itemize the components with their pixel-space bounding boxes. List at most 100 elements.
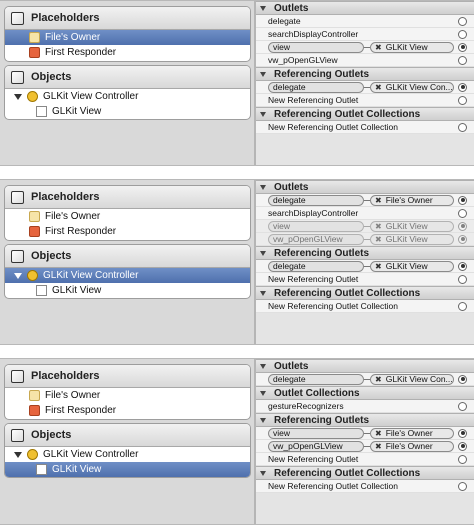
connection-target: ✖ GLKit View	[370, 260, 454, 272]
new-referencing-outlet-collection-row[interactable]: New Referencing Outlet Collection	[256, 480, 474, 493]
outline-item-files-owner[interactable]: File's Owner	[5, 209, 250, 224]
outlet-row-delegate[interactable]: delegate ✖ File's Owner	[256, 194, 474, 207]
circle-icon[interactable]	[458, 208, 467, 218]
placeholders-header[interactable]: Placeholders	[5, 365, 250, 388]
circle-icon[interactable]	[458, 221, 467, 231]
circle-icon[interactable]	[458, 374, 467, 384]
referencing-outlets-header[interactable]: Referencing Outlets	[256, 246, 474, 260]
connection-target: ✖ File's Owner	[370, 427, 454, 439]
objects-section: Objects GLKit View Controller GLKit View	[4, 244, 251, 299]
new-referencing-outlet-row[interactable]: New Referencing Outlet	[256, 453, 474, 466]
outlet-row-searchdisplaycontroller[interactable]: searchDisplayController	[256, 28, 474, 41]
outlet-collection-row-gesturerecognizers[interactable]: gestureRecognizers	[256, 400, 474, 413]
circle-icon[interactable]	[458, 481, 467, 491]
x-icon[interactable]: ✖	[375, 262, 382, 271]
circle-icon[interactable]	[458, 29, 467, 39]
circle-icon[interactable]	[458, 261, 467, 271]
referencing-row-view[interactable]: view ✖ File's Owner	[256, 427, 474, 440]
outline-item-glkit-view-controller[interactable]: GLKit View Controller	[5, 89, 250, 104]
cube-icon	[11, 428, 24, 442]
disclosure-triangle-icon	[260, 250, 266, 256]
circle-icon[interactable]	[458, 234, 467, 244]
outlet-name-pill: vw_pOpenGLView	[268, 233, 364, 245]
outlet-row-view[interactable]: view ✖ GLKit View	[256, 41, 474, 54]
outlet-row-searchdisplaycontroller[interactable]: searchDisplayController	[256, 207, 474, 220]
circle-icon[interactable]	[458, 16, 467, 26]
objects-section: Objects GLKit View Controller GLKit View	[4, 65, 251, 120]
new-referencing-outlet-collection-row[interactable]: New Referencing Outlet Collection	[256, 300, 474, 313]
circle-icon[interactable]	[458, 82, 467, 92]
circle-icon[interactable]	[458, 441, 467, 451]
outline-item-first-responder[interactable]: First Responder	[5, 45, 250, 60]
outlets-header[interactable]: Outlets	[256, 359, 474, 373]
new-referencing-outlet-row[interactable]: New Referencing Outlet	[256, 94, 474, 107]
cube-icon	[11, 70, 24, 84]
referencing-outlet-collections-header[interactable]: Referencing Outlet Collections	[256, 286, 474, 300]
disclosure-triangle-icon[interactable]	[14, 93, 22, 100]
circle-icon[interactable]	[458, 428, 467, 438]
circle-icon[interactable]	[458, 401, 467, 411]
outlet-row-delegate[interactable]: delegate	[256, 15, 474, 28]
new-referencing-outlet-row[interactable]: New Referencing Outlet	[256, 273, 474, 286]
outlets-header[interactable]: Outlets	[256, 180, 474, 194]
outlet-row-vw-popenglview[interactable]: vw_pOpenGLView ✖ GLKit View	[256, 233, 474, 246]
outline-item-files-owner[interactable]: File's Owner	[5, 388, 250, 403]
circle-icon[interactable]	[458, 454, 467, 464]
x-icon[interactable]: ✖	[375, 375, 382, 384]
outlet-row-view[interactable]: view ✖ GLKit View	[256, 220, 474, 233]
outlet-collections-header[interactable]: Outlet Collections	[256, 386, 474, 400]
referencing-outlet-collections-header[interactable]: Referencing Outlet Collections	[256, 107, 474, 121]
placeholders-section: Placeholders File's Owner First Responde…	[4, 364, 251, 420]
cube-icon	[11, 249, 24, 263]
connection-target: ✖ GLKit View	[370, 220, 454, 232]
circle-icon[interactable]	[458, 42, 467, 52]
outlet-row-delegate[interactable]: delegate ✖ GLKit View Con...	[256, 373, 474, 386]
outline-item-files-owner[interactable]: File's Owner	[5, 30, 250, 45]
x-icon[interactable]: ✖	[375, 83, 382, 92]
disclosure-triangle-icon[interactable]	[14, 451, 22, 458]
connection-target: ✖ GLKit View Con...	[370, 81, 454, 93]
outline-item-glkit-view-controller[interactable]: GLKit View Controller	[5, 268, 250, 283]
circle-icon[interactable]	[458, 274, 467, 284]
outline-item-first-responder[interactable]: First Responder	[5, 224, 250, 239]
connections-inspector: Outlets delegate searchDisplayController…	[256, 1, 474, 165]
x-icon[interactable]: ✖	[375, 222, 382, 231]
outline-item-first-responder[interactable]: First Responder	[5, 403, 250, 418]
x-icon[interactable]: ✖	[375, 196, 382, 205]
outline-item-glkit-view-controller[interactable]: GLKit View Controller	[5, 447, 250, 462]
x-icon[interactable]: ✖	[375, 43, 382, 52]
referencing-outlets-header[interactable]: Referencing Outlets	[256, 413, 474, 427]
objects-header[interactable]: Objects	[5, 424, 250, 447]
circle-icon[interactable]	[458, 55, 467, 65]
outlet-row-vw-popenglview[interactable]: vw_pOpenGLView	[256, 54, 474, 67]
disclosure-triangle-icon	[260, 184, 266, 190]
x-icon[interactable]: ✖	[375, 429, 382, 438]
outlet-name-pill: view	[268, 427, 364, 439]
referencing-row-vw-popenglview[interactable]: vw_pOpenGLView ✖ File's Owner	[256, 440, 474, 453]
new-referencing-outlet-collection-row[interactable]: New Referencing Outlet Collection	[256, 121, 474, 134]
disclosure-triangle-icon	[260, 71, 266, 77]
outlets-header[interactable]: Outlets	[256, 1, 474, 15]
placeholders-header[interactable]: Placeholders	[5, 7, 250, 30]
placeholders-header[interactable]: Placeholders	[5, 186, 250, 209]
x-icon[interactable]: ✖	[375, 235, 382, 244]
outline-item-glkit-view[interactable]: GLKit View	[5, 462, 250, 477]
disclosure-triangle-icon	[260, 390, 266, 396]
outline-item-glkit-view[interactable]: GLKit View	[5, 283, 250, 298]
referencing-row-delegate[interactable]: delegate ✖ GLKit View	[256, 260, 474, 273]
referencing-outlet-collections-header[interactable]: Referencing Outlet Collections	[256, 466, 474, 480]
objects-title: Objects	[31, 429, 72, 441]
circle-icon[interactable]	[458, 95, 467, 105]
objects-header[interactable]: Objects	[5, 66, 250, 89]
outline-item-glkit-view[interactable]: GLKit View	[5, 104, 250, 119]
first-responder-icon	[29, 226, 40, 237]
circle-icon[interactable]	[458, 301, 467, 311]
circle-icon[interactable]	[458, 122, 467, 132]
x-icon[interactable]: ✖	[375, 442, 382, 451]
outlet-name-pill: view	[268, 220, 364, 232]
circle-icon[interactable]	[458, 195, 467, 205]
referencing-row-delegate[interactable]: delegate ✖ GLKit View Con...	[256, 81, 474, 94]
referencing-outlets-header[interactable]: Referencing Outlets	[256, 67, 474, 81]
objects-header[interactable]: Objects	[5, 245, 250, 268]
disclosure-triangle-icon[interactable]	[14, 272, 22, 279]
